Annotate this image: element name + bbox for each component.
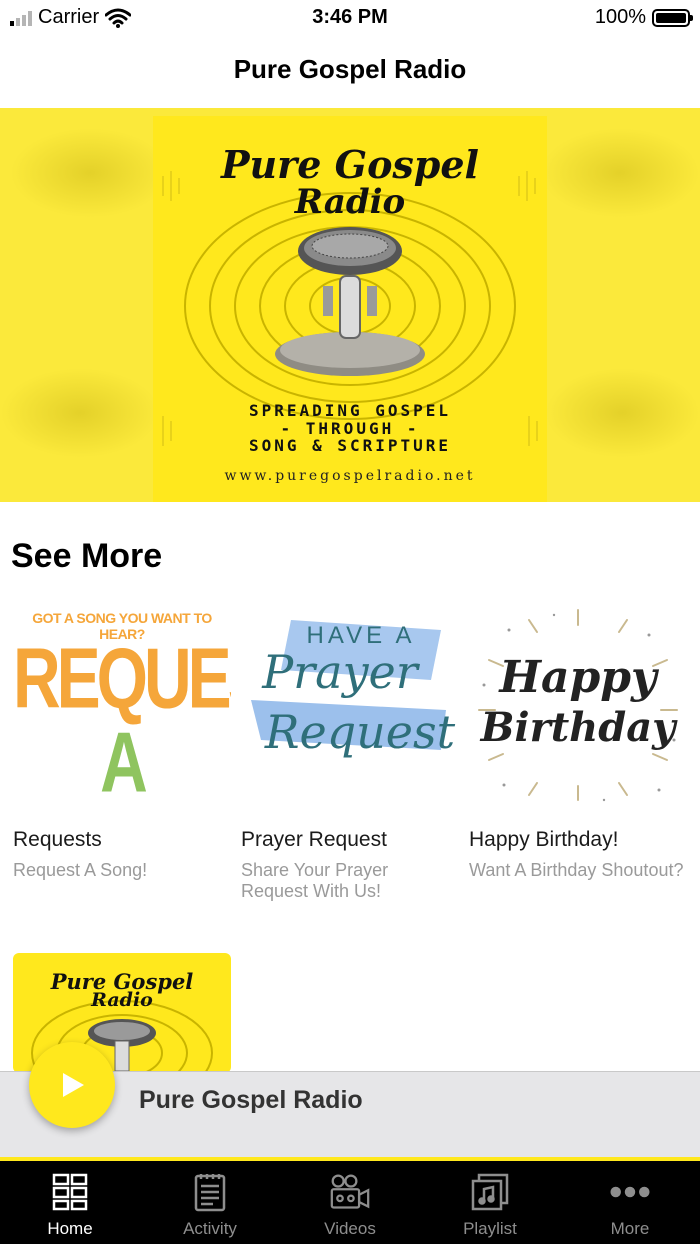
station-thumb-line2: Radio: [91, 989, 153, 1011]
prayer-art-line2: Prayer: [262, 645, 418, 699]
status-bar: Carrier 3:46 PM 100%: [0, 0, 700, 36]
tab-videos[interactable]: Videos: [280, 1161, 420, 1244]
notepad-icon: [190, 1171, 230, 1213]
tab-activity[interactable]: Activity: [140, 1161, 280, 1244]
card-title: Requests: [13, 828, 102, 851]
playlist-icon: [470, 1171, 510, 1213]
tab-label: Home: [47, 1219, 93, 1238]
happy-birthday-image: Happy Birthday: [469, 600, 687, 810]
tab-playlist[interactable]: Playlist: [420, 1161, 560, 1244]
artwork-tagline-1: SPREADING GOSPEL: [248, 401, 452, 420]
play-icon: [63, 1073, 84, 1097]
artwork-brand-line2: Radio: [294, 182, 406, 222]
prayer-art-line3: Request: [264, 705, 456, 759]
battery-icon: [652, 8, 693, 27]
birthday-art-line2: Birthday: [480, 704, 676, 751]
battery-percent: 100%: [594, 6, 646, 28]
card-title: Prayer Request: [241, 828, 387, 851]
tab-bar: Home Activity Videos Playlist More: [0, 1161, 700, 1244]
card-requests[interactable]: GOT A SONG YOU WANT TO HEAR? REQUEST A S…: [13, 600, 231, 881]
tab-label: Playlist: [463, 1219, 517, 1238]
see-more-heading: See More: [11, 537, 163, 575]
birthday-art-line1: Happy: [499, 652, 657, 703]
station-artwork: Pure Gospel Radio SPREADING GOSPEL - THR…: [153, 116, 547, 502]
tab-home[interactable]: Home: [0, 1161, 140, 1244]
hero-banner[interactable]: Pure Gospel Radio SPREADING GOSPEL - THR…: [0, 108, 700, 502]
play-button[interactable]: [29, 1042, 115, 1128]
card-subtitle: Share Your Prayer Request With Us!: [241, 860, 389, 901]
request-song-image: GOT A SONG YOU WANT TO HEAR? REQUEST A S…: [13, 600, 231, 810]
now-playing-title: Pure Gospel Radio: [139, 1086, 363, 1114]
artwork-brand-line1: Pure Gospel: [220, 142, 479, 187]
tab-label: More: [610, 1219, 650, 1238]
artwork-tagline-3: SONG & SCRIPTURE: [248, 436, 452, 455]
artwork-url: www.puregospelradio.net: [224, 468, 476, 484]
video-camera-icon: [330, 1171, 370, 1213]
ellipsis-icon: [610, 1171, 650, 1213]
tab-label: Videos: [324, 1219, 376, 1238]
card-prayer-request[interactable]: HAVE A Prayer Request Prayer Request Sha…: [241, 600, 459, 902]
status-right: 100%: [594, 6, 693, 29]
card-happy-birthday[interactable]: Happy Birthday Happy Birthday! Want A Bi…: [469, 600, 687, 881]
card-title: Happy Birthday!: [469, 828, 619, 851]
tab-label: Activity: [183, 1219, 237, 1238]
grid-icon: [50, 1171, 90, 1213]
request-art-line3: A SONG: [100, 713, 148, 810]
card-subtitle: Want A Birthday Shoutout?: [469, 860, 684, 880]
page-title: Pure Gospel Radio: [233, 54, 467, 84]
card-subtitle: Request A Song!: [13, 860, 148, 880]
prayer-request-image: HAVE A Prayer Request: [241, 600, 459, 810]
tab-more[interactable]: More: [560, 1161, 700, 1244]
